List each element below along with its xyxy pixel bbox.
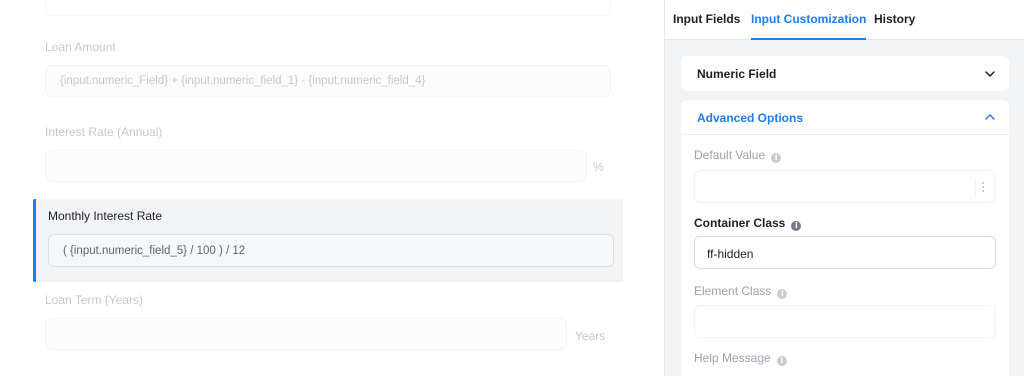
element-class-label: Element Class i (694, 284, 788, 299)
tab-history[interactable]: History (874, 0, 915, 40)
tab-input-customization[interactable]: Input Customization (751, 0, 867, 40)
previous-field-input[interactable] (45, 0, 611, 16)
form-canvas: Loan Amount {input.numeric_Field} + {inp… (0, 0, 664, 376)
kebab-menu-icon[interactable] (975, 179, 989, 195)
default-value-input[interactable] (694, 170, 996, 203)
default-value-label-text: Default Value (694, 148, 766, 162)
years-suffix: Years (575, 329, 606, 343)
interest-rate-label: Interest Rate (Annual) (45, 125, 163, 139)
container-class-label-text: Container Class (694, 216, 786, 230)
loan-amount-input[interactable]: {input.numeric_Field} + {input.numeric_f… (45, 65, 611, 97)
info-icon[interactable]: i (777, 289, 788, 299)
element-class-input[interactable] (694, 305, 996, 338)
advanced-options-title: Advanced Options (697, 111, 804, 125)
interest-rate-input[interactable] (45, 150, 587, 182)
loan-term-label: Loan Term (Years) (45, 293, 144, 307)
numeric-field-title: Numeric Field (697, 67, 777, 81)
monthly-interest-rate-input[interactable]: ( {input.numeric_field_5} / 100 ) / 12 (48, 234, 614, 267)
loan-term-input[interactable] (45, 318, 567, 350)
monthly-interest-rate-label: Monthly Interest Rate (48, 209, 163, 223)
loan-amount-label: Loan Amount (45, 40, 116, 54)
default-value-label: Default Value i (694, 148, 782, 163)
element-class-label-text: Element Class (694, 284, 772, 298)
chevron-up-icon[interactable] (983, 110, 997, 124)
help-message-label-text: Help Message (694, 351, 771, 365)
panel-tabs: Input Fields Input Customization History (665, 0, 1024, 40)
monthly-interest-rate-field[interactable]: Monthly Interest Rate ( {input.numeric_f… (33, 199, 623, 282)
settings-panel: Input Fields Input Customization History… (664, 0, 1024, 376)
container-class-label: Container Class i (694, 216, 802, 231)
chevron-down-icon[interactable] (983, 67, 997, 81)
help-message-label: Help Message i (694, 351, 787, 366)
info-icon[interactable]: i (776, 356, 787, 366)
numeric-field-section[interactable]: Numeric Field (681, 56, 1009, 91)
info-icon[interactable]: i (771, 153, 782, 163)
percent-suffix: % (593, 160, 604, 174)
container-class-input[interactable]: ff-hidden (694, 236, 996, 269)
tab-input-fields[interactable]: Input Fields (673, 0, 740, 40)
advanced-options-header[interactable]: Advanced Options (681, 100, 1009, 135)
info-icon[interactable]: i (791, 221, 802, 231)
